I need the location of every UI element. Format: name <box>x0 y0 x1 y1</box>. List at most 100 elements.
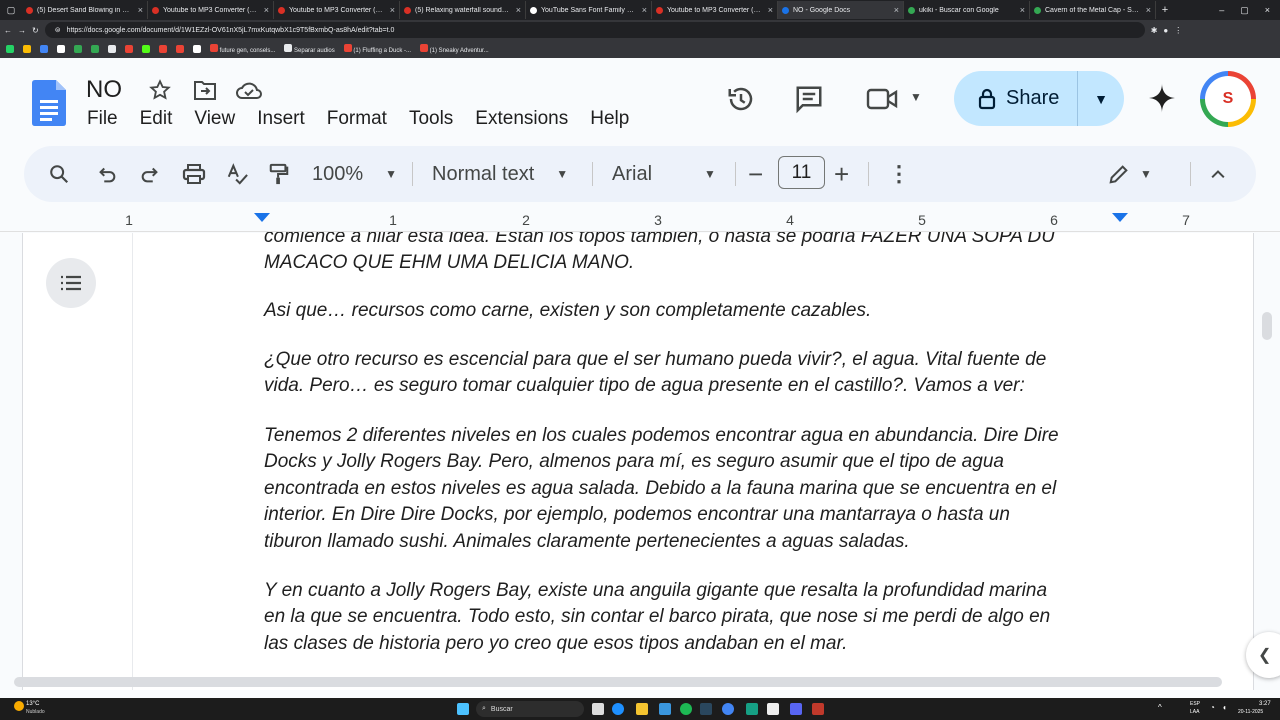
app-icon[interactable] <box>812 703 824 715</box>
keyboard-layout[interactable]: LAA <box>1190 709 1199 715</box>
vertical-scrollbar[interactable] <box>1262 312 1272 340</box>
extensions-icon[interactable]: ✱ <box>1151 26 1158 35</box>
bookmark-link[interactable]: future gen, consels... <box>210 44 275 54</box>
spellcheck-icon[interactable] <box>226 146 248 202</box>
github-icon[interactable] <box>108 45 116 53</box>
menu-view[interactable]: View <box>194 108 235 130</box>
site-info-icon[interactable]: ⊜ <box>55 26 61 34</box>
menu-file[interactable]: File <box>87 108 118 130</box>
chevron-up-icon[interactable]: ^ <box>1158 703 1162 712</box>
close-tab-icon[interactable]: × <box>390 5 395 15</box>
font-size-input[interactable]: 11 <box>778 156 825 189</box>
meet-icon[interactable] <box>866 86 900 112</box>
profile-icon[interactable]: ● <box>1163 26 1168 35</box>
google-docs-logo[interactable] <box>32 80 66 126</box>
windows-start-icon[interactable] <box>457 703 469 715</box>
youtube-icon[interactable] <box>125 45 133 53</box>
close-tab-icon[interactable]: × <box>642 5 647 15</box>
document-outline-button[interactable] <box>46 258 96 308</box>
redo-icon[interactable] <box>139 146 161 202</box>
browser-tab[interactable]: ukiki - Buscar con Google × <box>904 1 1030 19</box>
bookmark-icon[interactable] <box>57 45 65 53</box>
browser-tab[interactable]: Cavern of the Metal Cap - Supe... × <box>1030 1 1156 19</box>
wifi-icon[interactable]: ◔ <box>1210 703 1215 712</box>
right-indent-marker[interactable] <box>1112 213 1128 222</box>
print-icon[interactable] <box>182 146 206 202</box>
hide-menus-icon[interactable] <box>1208 146 1228 202</box>
chrome-icon[interactable] <box>722 703 734 715</box>
clock-date[interactable]: 20-11-2025 <box>1238 709 1263 715</box>
horizontal-scrollbar[interactable] <box>14 677 1222 687</box>
comments-icon[interactable] <box>794 84 824 114</box>
close-tab-icon[interactable]: × <box>894 5 899 15</box>
bookmark-icon[interactable] <box>176 45 184 53</box>
search-menus-icon[interactable] <box>48 146 70 202</box>
weather-icon[interactable] <box>14 701 24 711</box>
paint-format-icon[interactable] <box>268 146 290 202</box>
browser-tab[interactable]: Youtube to MP3 Converter (Ad-... × <box>274 1 400 19</box>
bookmark-icon[interactable] <box>91 45 99 53</box>
store-icon[interactable] <box>659 703 671 715</box>
browser-tab[interactable]: (5) Desert Sand Blowing in Win... × <box>22 1 148 19</box>
share-dropdown-icon[interactable]: ▼ <box>1078 91 1124 107</box>
star-icon[interactable] <box>23 45 31 53</box>
task-view-icon[interactable] <box>592 703 604 715</box>
taskbar-search[interactable]: ⌕ Buscar <box>476 701 584 717</box>
browser-tab[interactable]: Youtube to MP3 Converter (Ad-... × <box>148 1 274 19</box>
share-button[interactable]: Share ▼ <box>954 71 1124 126</box>
gemini-icon[interactable] <box>1146 82 1178 114</box>
volume-icon[interactable]: ◖ <box>1222 703 1227 712</box>
left-indent-marker[interactable] <box>254 213 270 222</box>
move-folder-icon[interactable] <box>193 79 217 101</box>
new-tab-icon[interactable]: + <box>1156 4 1174 16</box>
menu-tools[interactable]: Tools <box>409 108 453 130</box>
reload-icon[interactable]: ↻ <box>32 26 39 35</box>
bookmark-link[interactable]: (1) Fluffing a Duck -... <box>343 44 411 54</box>
decrease-font-size-icon[interactable]: − <box>748 146 763 202</box>
menu-format[interactable]: Format <box>327 108 387 130</box>
style-select[interactable]: Normal text ▼ <box>432 146 568 202</box>
menu-edit[interactable]: Edit <box>140 108 173 130</box>
paragraph[interactable]: Asi que… recursos como carne, existen y … <box>264 298 1124 324</box>
discord-icon[interactable] <box>790 703 802 715</box>
browser-tab[interactable]: Youtube to MP3 Converter (Ad-... × <box>652 1 778 19</box>
more-options-icon[interactable]: ⋮ <box>888 146 910 202</box>
browser-tab-active[interactable]: NO - Google Docs × <box>778 1 904 19</box>
bookmark-icon[interactable] <box>40 45 48 53</box>
menu-extensions[interactable]: Extensions <box>475 108 568 130</box>
browser-tab[interactable]: YouTube Sans Font Family Dow... × <box>526 1 652 19</box>
edge-icon[interactable] <box>612 703 624 715</box>
close-tab-icon[interactable]: × <box>516 5 521 15</box>
cloud-status-icon[interactable] <box>235 80 263 100</box>
meet-dropdown-icon[interactable]: ▼ <box>910 90 922 104</box>
close-tab-icon[interactable]: × <box>1020 5 1025 15</box>
menu-help[interactable]: Help <box>590 108 629 130</box>
editing-mode-button[interactable]: ▼ <box>1108 146 1152 202</box>
close-tab-icon[interactable]: × <box>768 5 773 15</box>
paragraph[interactable]: Y en cuanto a Jolly Rogers Bay, existe u… <box>264 578 1124 657</box>
bookmark-icon[interactable] <box>193 45 201 53</box>
zoom-select[interactable]: 100% ▼ <box>312 146 397 202</box>
avatar[interactable]: S <box>1200 71 1256 127</box>
menu-icon[interactable]: ⋮ <box>1174 26 1182 35</box>
kick-icon[interactable] <box>142 45 150 53</box>
forward-icon[interactable]: → <box>18 26 26 35</box>
back-icon[interactable]: ← <box>4 26 12 35</box>
close-tab-icon[interactable]: × <box>264 5 269 15</box>
paragraph[interactable]: Tenemos 2 diferentes niveles en los cual… <box>264 423 1124 555</box>
bookmark-link[interactable]: (1) Sneaky Adventur... <box>420 44 489 54</box>
font-select[interactable]: Arial ▼ <box>612 146 716 202</box>
language-code[interactable]: ESP <box>1190 701 1200 707</box>
clock-time[interactable]: 3:27 <box>1259 701 1271 707</box>
close-tab-icon[interactable]: × <box>138 5 143 15</box>
address-bar[interactable]: ⊜ https://docs.google.com/document/d/1W1… <box>44 22 1145 38</box>
paragraph[interactable]: ¿Que otro recurso es escencial para que … <box>264 347 1124 400</box>
tab-search-icon[interactable]: ▢ <box>0 5 22 16</box>
app-icon[interactable] <box>746 703 758 715</box>
bookmark-link[interactable]: Separar audios <box>284 44 335 54</box>
menu-insert[interactable]: Insert <box>257 108 305 130</box>
version-history-icon[interactable] <box>726 84 756 114</box>
maximize-icon[interactable]: ▢ <box>1240 5 1249 16</box>
whatsapp-icon[interactable] <box>6 45 14 53</box>
file-explorer-icon[interactable] <box>636 703 648 715</box>
